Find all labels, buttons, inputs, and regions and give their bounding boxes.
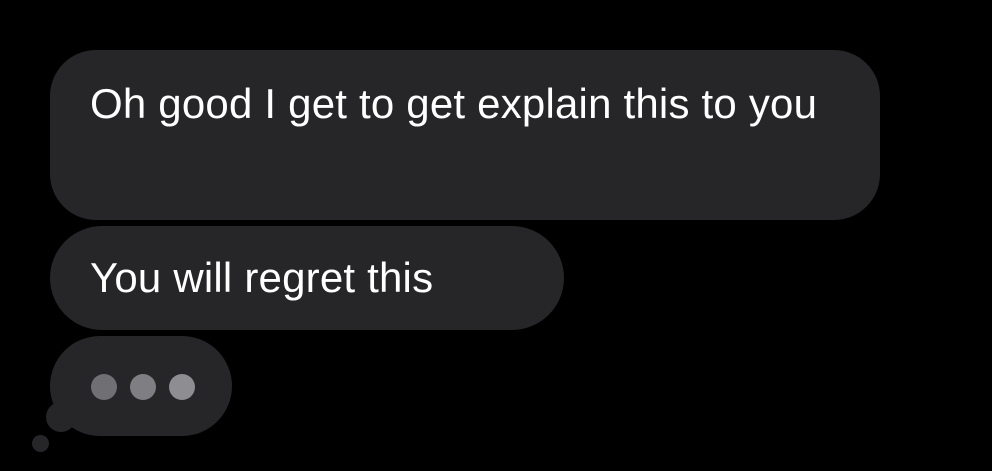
message-text: Oh good I get to get explain this to you xyxy=(90,80,818,127)
typing-indicator-tail-small xyxy=(32,435,49,452)
typing-dot-icon xyxy=(169,374,195,400)
message-thread: Oh good I get to get explain this to you… xyxy=(0,0,992,471)
typing-dot-icon xyxy=(130,374,156,400)
typing-dot-icon xyxy=(91,374,117,400)
message-text: You will regret this xyxy=(90,254,434,301)
message-bubble[interactable]: Oh good I get to get explain this to you xyxy=(50,50,880,220)
message-bubble[interactable]: You will regret this xyxy=(50,226,564,330)
